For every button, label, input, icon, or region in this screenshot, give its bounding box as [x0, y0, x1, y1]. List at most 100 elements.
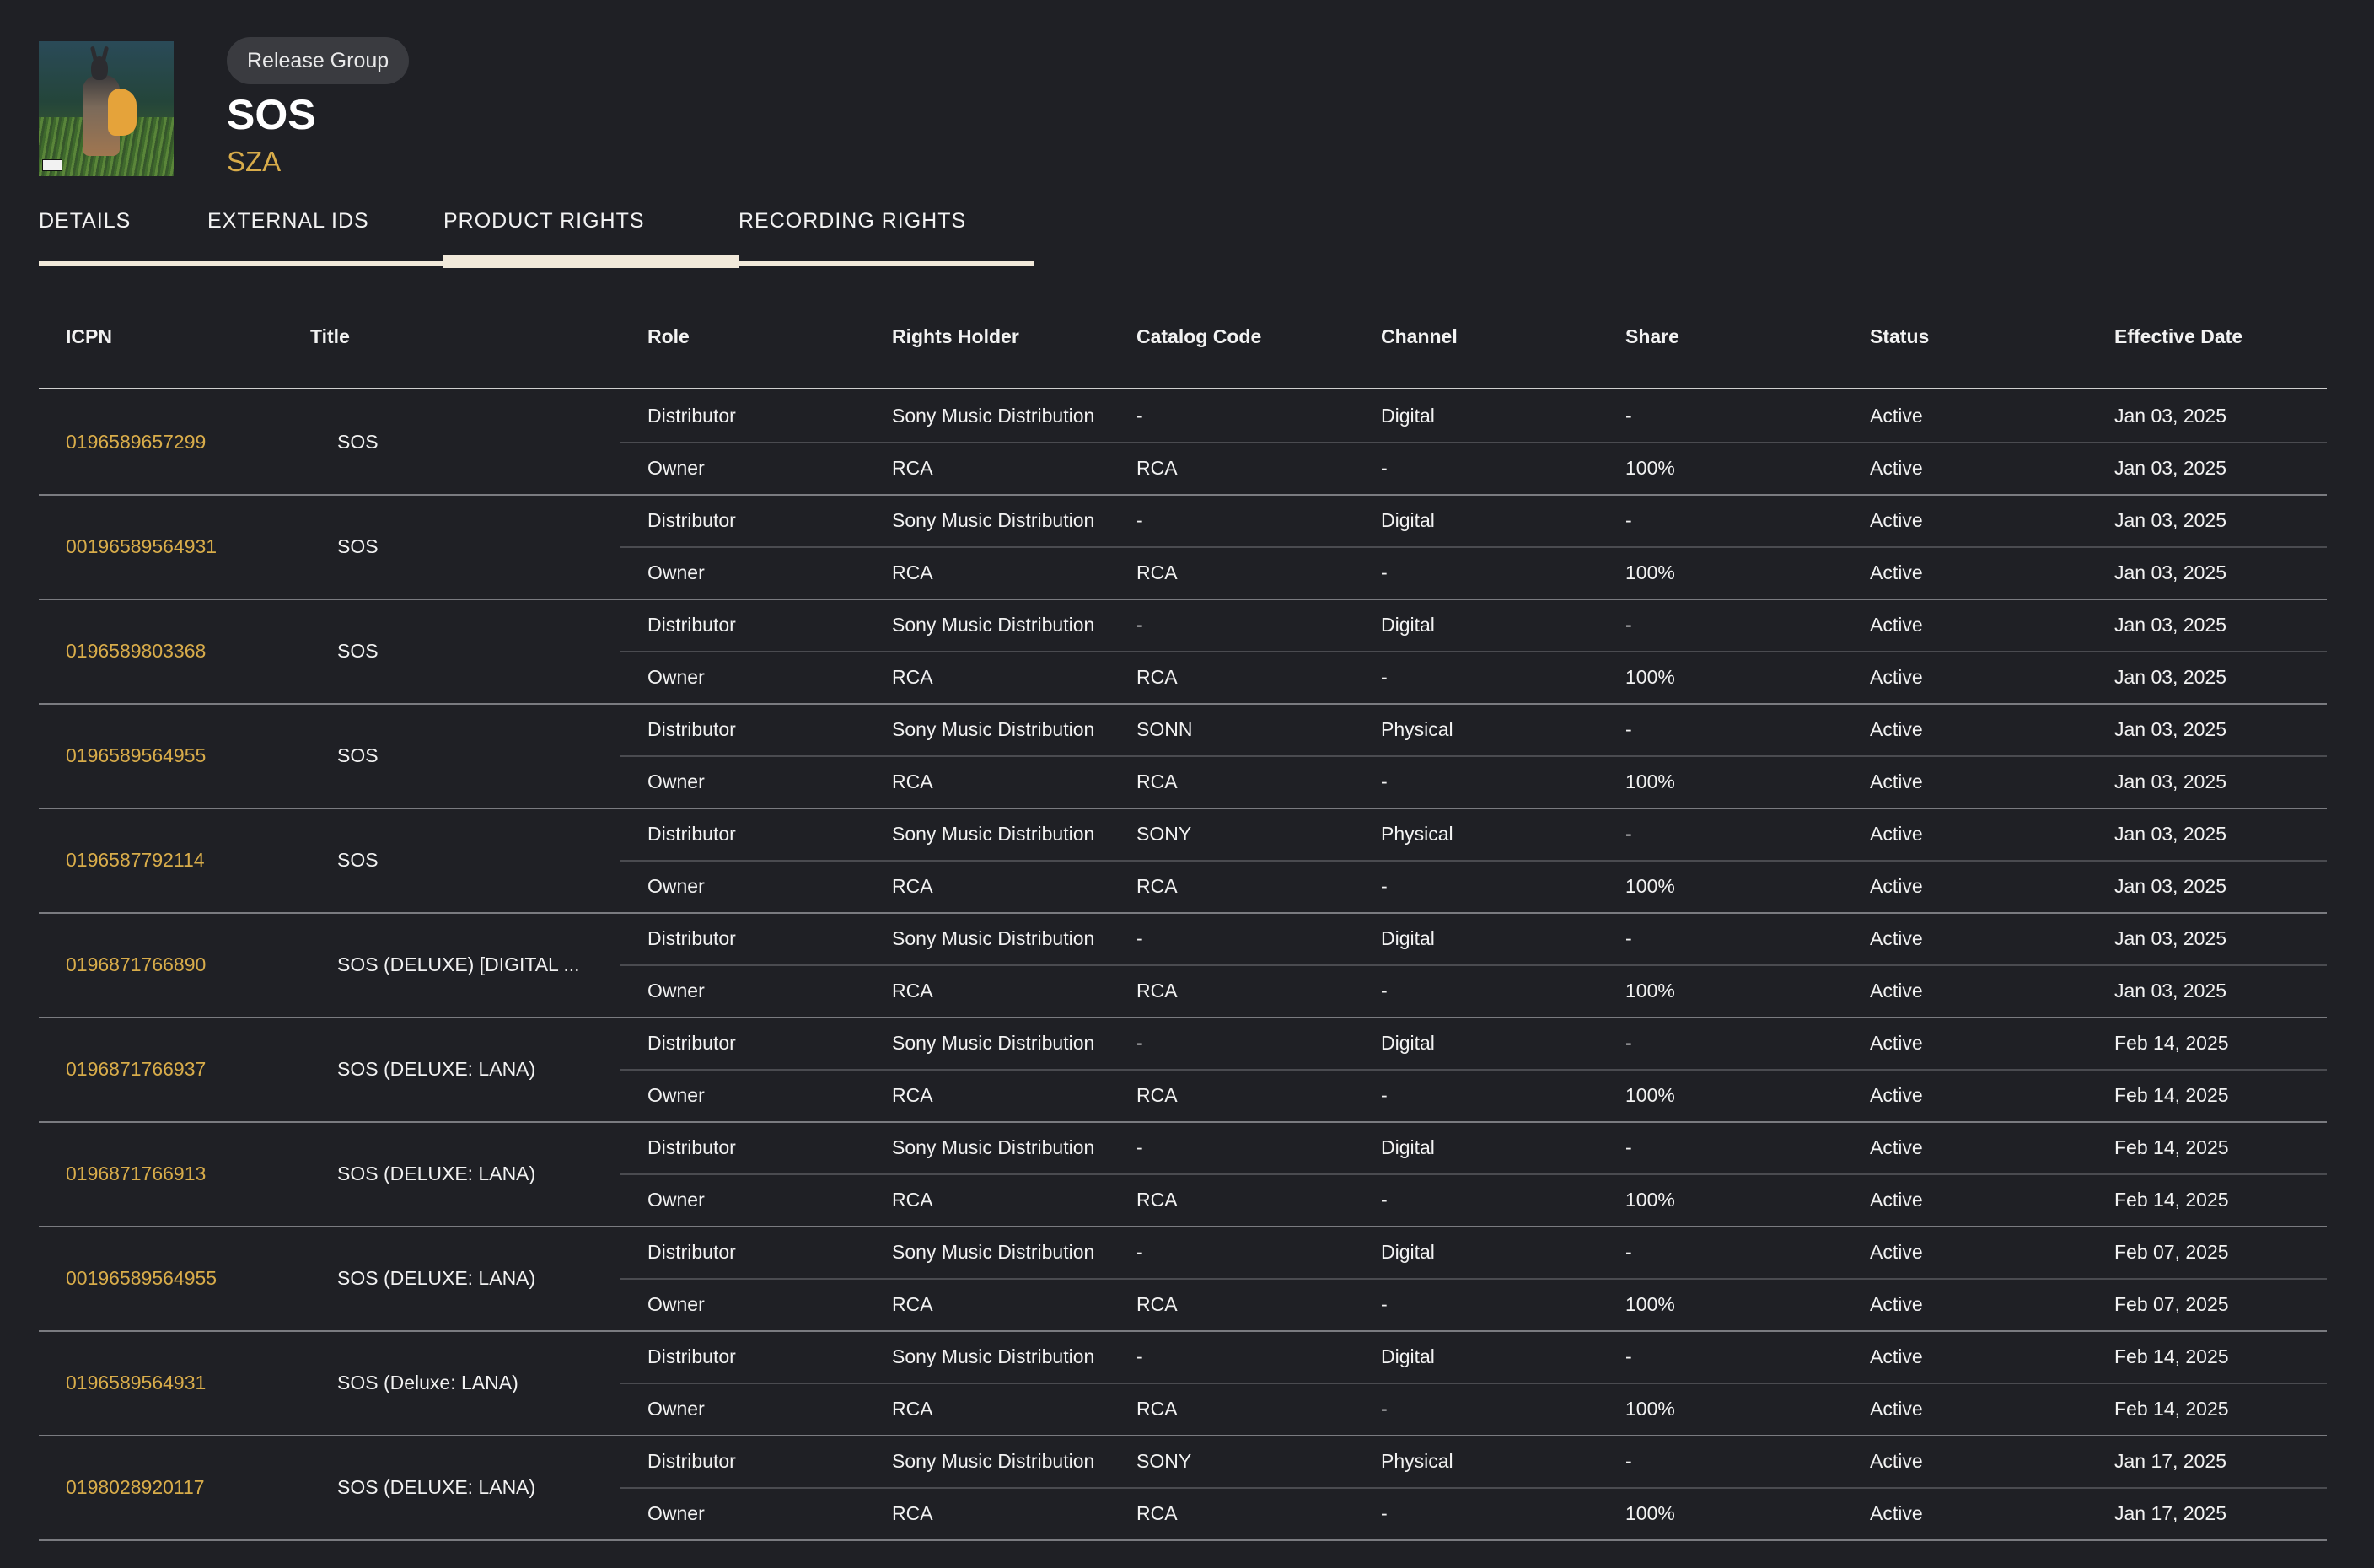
cell-share: 100% — [1625, 875, 1675, 897]
cell-role: Distributor — [647, 614, 736, 636]
cell-rights-holder: RCA — [892, 561, 933, 583]
cell-effective-date: Jan 03, 2025 — [2114, 771, 2227, 792]
cell-role: Owner — [647, 771, 705, 792]
icpn-link[interactable]: 00196589564931 — [66, 534, 217, 559]
subrow-divider — [620, 546, 2327, 548]
row-group-divider — [39, 599, 2327, 600]
cell-effective-date: Jan 03, 2025 — [2114, 927, 2227, 949]
cell-channel: - — [1381, 666, 1388, 688]
row-group-divider — [39, 1226, 2327, 1227]
column-header-role[interactable]: Role — [647, 325, 690, 348]
cell-effective-date: Feb 14, 2025 — [2114, 1345, 2229, 1367]
column-header-rights-holder[interactable]: Rights Holder — [892, 325, 1019, 348]
cell-status: Active — [1870, 1398, 1923, 1420]
cell-effective-date: Jan 03, 2025 — [2114, 823, 2227, 845]
cell-effective-date: Jan 03, 2025 — [2114, 561, 2227, 583]
cell-status: Active — [1870, 405, 1923, 427]
cell-channel: - — [1381, 1398, 1388, 1420]
cell-role: Owner — [647, 875, 705, 897]
cover-figure — [83, 75, 137, 156]
cell-rights-holder: Sony Music Distribution — [892, 1450, 1095, 1472]
product-title: SOS — [337, 640, 379, 662]
cell-role: Distributor — [647, 1032, 736, 1054]
table-header-divider — [39, 388, 2327, 389]
icpn-link[interactable]: 0196589564931 — [66, 1370, 206, 1395]
cell-rights-holder: RCA — [892, 771, 933, 792]
icpn-link[interactable]: 00196589564955 — [66, 1265, 217, 1291]
cell-rights-holder: Sony Music Distribution — [892, 509, 1095, 531]
cell-effective-date: Jan 03, 2025 — [2114, 718, 2227, 740]
cell-status: Active — [1870, 1136, 1923, 1158]
cell-channel: - — [1381, 561, 1388, 583]
product-title: SOS — [337, 849, 379, 871]
row-group-divider — [39, 1017, 2327, 1018]
tab-product-rights[interactable]: PRODUCT RIGHTS — [443, 204, 645, 238]
cell-catalog-code: RCA — [1136, 980, 1178, 1001]
cell-status: Active — [1870, 1502, 1923, 1524]
cell-share: 100% — [1625, 666, 1675, 688]
cell-role: Distributor — [647, 405, 736, 427]
cell-role: Distributor — [647, 1241, 736, 1263]
cell-status: Active — [1870, 1293, 1923, 1315]
cell-catalog-code: RCA — [1136, 1189, 1178, 1211]
cell-effective-date: Feb 14, 2025 — [2114, 1032, 2229, 1054]
column-header-catalog-code[interactable]: Catalog Code — [1136, 325, 1261, 348]
cell-channel: Digital — [1381, 1032, 1435, 1054]
column-header-icpn[interactable]: ICPN — [66, 325, 112, 348]
cell-channel: - — [1381, 980, 1388, 1001]
cell-channel: - — [1381, 1293, 1388, 1315]
cell-share: - — [1625, 1241, 1632, 1263]
cell-role: Owner — [647, 561, 705, 583]
cell-status: Active — [1870, 823, 1923, 845]
column-header-effective-date[interactable]: Effective Date — [2114, 325, 2242, 348]
cell-status: Active — [1870, 718, 1923, 740]
page-title: SOS — [227, 91, 316, 138]
cell-role: Distributor — [647, 718, 736, 740]
cell-role: Distributor — [647, 927, 736, 949]
cell-effective-date: Jan 03, 2025 — [2114, 666, 2227, 688]
cell-catalog-code: - — [1136, 1345, 1143, 1367]
icpn-link[interactable]: 0196589803368 — [66, 638, 206, 663]
cell-rights-holder: Sony Music Distribution — [892, 927, 1095, 949]
column-header-title[interactable]: Title — [310, 325, 350, 348]
cell-effective-date: Feb 14, 2025 — [2114, 1084, 2229, 1106]
cell-role: Owner — [647, 666, 705, 688]
tab-recording-rights[interactable]: RECORDING RIGHTS — [739, 204, 966, 238]
cell-share: - — [1625, 405, 1632, 427]
cell-effective-date: Feb 07, 2025 — [2114, 1241, 2229, 1263]
cell-effective-date: Feb 14, 2025 — [2114, 1398, 2229, 1420]
icpn-link[interactable]: 0198028920117 — [66, 1474, 205, 1500]
icpn-link[interactable]: 0196871766890 — [66, 952, 206, 977]
icpn-link[interactable]: 0196589564955 — [66, 743, 206, 768]
cell-channel: Physical — [1381, 718, 1453, 740]
subrow-divider — [620, 1069, 2327, 1071]
subrow-divider — [620, 860, 2327, 862]
cell-channel: - — [1381, 457, 1388, 479]
icpn-link[interactable]: 0196871766937 — [66, 1056, 206, 1082]
cell-rights-holder: RCA — [892, 1293, 933, 1315]
tab-details[interactable]: DETAILS — [39, 204, 131, 238]
cell-status: Active — [1870, 1084, 1923, 1106]
cell-catalog-code: RCA — [1136, 561, 1178, 583]
cell-role: Distributor — [647, 1136, 736, 1158]
subrow-divider — [620, 1487, 2327, 1489]
cell-rights-holder: Sony Music Distribution — [892, 1032, 1095, 1054]
cell-catalog-code: RCA — [1136, 1502, 1178, 1524]
icpn-link[interactable]: 0196871766913 — [66, 1161, 206, 1186]
cell-channel: Digital — [1381, 614, 1435, 636]
cell-channel: - — [1381, 1189, 1388, 1211]
column-header-status[interactable]: Status — [1870, 325, 1929, 348]
cell-catalog-code: SONY — [1136, 823, 1192, 845]
cell-effective-date: Jan 03, 2025 — [2114, 509, 2227, 531]
icpn-link[interactable]: 0196589657299 — [66, 429, 206, 454]
cell-channel: Physical — [1381, 823, 1453, 845]
column-header-channel[interactable]: Channel — [1381, 325, 1458, 348]
row-group-divider — [39, 494, 2327, 496]
product-title: SOS — [337, 744, 379, 766]
cell-share: 100% — [1625, 1502, 1675, 1524]
column-header-share[interactable]: Share — [1625, 325, 1679, 348]
icpn-link[interactable]: 0196587792114 — [66, 847, 205, 873]
artist-link[interactable]: SZA — [227, 143, 281, 180]
cell-role: Owner — [647, 1084, 705, 1106]
tab-external-ids[interactable]: EXTERNAL IDS — [207, 204, 369, 238]
